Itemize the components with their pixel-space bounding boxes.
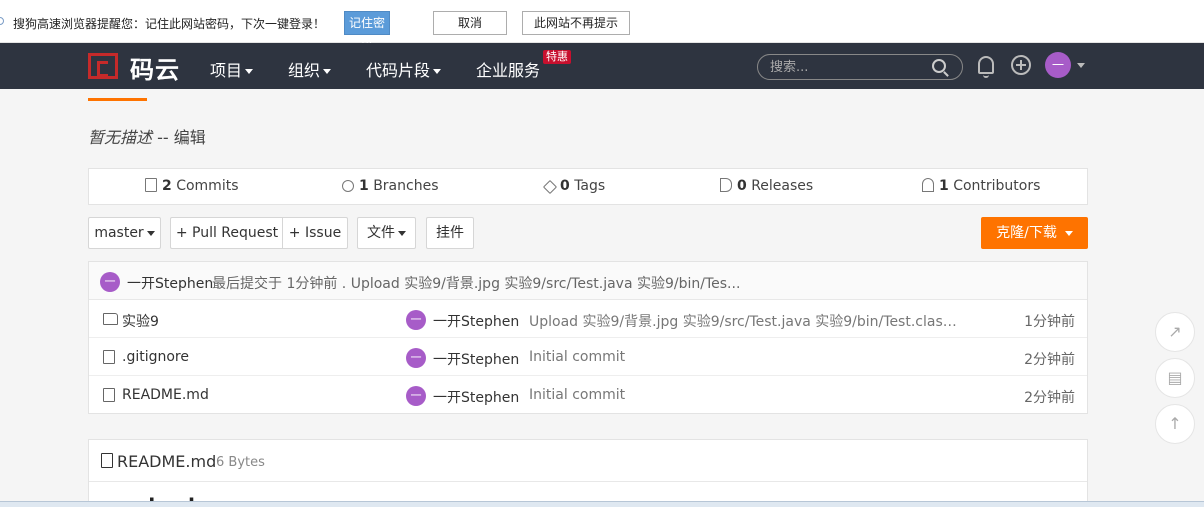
commit-meta[interactable]: 最后提交于 1分钟前 . Upload 实验9/背景.jpg 实验9/src/T… <box>212 273 740 293</box>
gitee-logo-icon[interactable] <box>88 53 118 79</box>
chevron-down-icon <box>433 69 442 74</box>
file-menu-button[interactable]: 文件 <box>357 217 416 249</box>
avatar[interactable]: 一 <box>406 386 426 406</box>
readme-size: 6 Bytes <box>216 455 265 470</box>
stat-commits[interactable]: 2 Commits <box>145 178 239 194</box>
nav-code-snippets[interactable]: 代码片段 <box>366 57 442 81</box>
folder-icon <box>103 313 118 325</box>
file-icon <box>101 453 113 468</box>
search-input[interactable] <box>770 58 930 76</box>
release-icon <box>720 178 732 192</box>
chevron-down-icon <box>146 230 155 236</box>
last-commit-bar: 一 一开Stephen 最后提交于 1分钟前 . Upload 实验9/背景.j… <box>89 262 1087 300</box>
active-tab-indicator <box>88 98 147 101</box>
commit-icon <box>145 178 157 192</box>
file-commit-message[interactable]: Upload 实验9/背景.jpg 实验9/src/Test.java 实验9/… <box>529 311 959 331</box>
comment-icon[interactable]: ▤ <box>1155 358 1195 398</box>
tag-icon <box>542 179 558 195</box>
file-icon <box>103 388 115 402</box>
chevron-down-icon <box>1064 230 1073 236</box>
promo-badge: 特惠 <box>543 50 571 64</box>
nav-enterprise[interactable]: 企业服务 <box>476 57 540 81</box>
file-icon <box>103 350 115 364</box>
cancel-button[interactable]: 取消 <box>433 11 507 35</box>
remember-password-button[interactable]: 记住密码 <box>344 11 390 52</box>
avatar[interactable]: 一 <box>100 272 120 292</box>
readme-panel: README.md 6 Bytes sdasd <box>88 439 1088 507</box>
file-list: 一 一开Stephen 最后提交于 1分钟前 . Upload 实验9/背景.j… <box>88 261 1088 414</box>
file-author[interactable]: 一开Stephen <box>433 349 519 369</box>
branch-select[interactable]: master <box>88 217 161 249</box>
avatar[interactable]: 一 <box>406 348 426 368</box>
stat-branches[interactable]: 1 Branches <box>342 178 439 194</box>
chevron-down-icon <box>323 69 332 74</box>
search-box <box>757 54 963 80</box>
avatar[interactable]: 一 <box>406 310 426 330</box>
chevron-down-icon[interactable] <box>1077 63 1085 68</box>
clone-download-button[interactable]: 克隆/下载 <box>981 217 1088 249</box>
edit-description-link[interactable]: 编辑 <box>174 128 206 147</box>
contributors-icon <box>922 178 934 192</box>
info-icon <box>0 17 4 25</box>
file-author[interactable]: 一开Stephen <box>433 311 519 331</box>
never-prompt-button[interactable]: 此网站不再提示 <box>522 11 630 35</box>
stat-tags[interactable]: 0 Tags <box>542 178 605 195</box>
logo-text[interactable]: 码云 <box>130 50 180 85</box>
repo-stats: 2 Commits 1 Branches 0 Tags 0 Releases 1… <box>88 168 1088 205</box>
password-save-prompt: 搜狗高速浏览器提醒您：记住此网站密码，下次一键登录！ 记住密码 取消 此网站不再… <box>0 0 1204 52</box>
file-time: 1分钟前 <box>1024 314 1075 330</box>
share-icon[interactable]: ↗ <box>1155 312 1195 352</box>
stat-contributors[interactable]: 1 Contributors <box>922 178 1040 194</box>
readme-filename: README.md <box>117 452 217 471</box>
chevron-down-icon <box>245 69 254 74</box>
file-name[interactable]: .gitignore <box>122 349 189 365</box>
nav-organizations[interactable]: 组织 <box>288 57 332 81</box>
pull-request-button[interactable]: + Pull Request <box>170 217 283 249</box>
file-commit-message[interactable]: Initial commit <box>529 349 959 365</box>
file-time: 2分钟前 <box>1024 352 1075 368</box>
table-row[interactable]: 实验9 一 一开Stephen Upload 实验9/背景.jpg 实验9/sr… <box>89 300 1087 338</box>
file-author[interactable]: 一开Stephen <box>433 387 519 407</box>
widget-button[interactable]: 挂件 <box>426 217 474 249</box>
branch-icon <box>342 180 354 192</box>
table-row[interactable]: README.md 一 一开Stephen Initial commit 2分钟… <box>89 376 1087 414</box>
status-strip <box>0 501 1204 507</box>
chevron-down-icon <box>398 230 406 236</box>
table-row[interactable]: .gitignore 一 一开Stephen Initial commit 2分… <box>89 338 1087 376</box>
file-time: 2分钟前 <box>1024 390 1075 406</box>
arrow-up-icon[interactable]: ↑ <box>1155 404 1195 444</box>
bell-icon[interactable] <box>978 56 994 78</box>
plus-circle-icon[interactable] <box>1011 55 1031 75</box>
user-avatar[interactable]: 一 <box>1045 52 1071 78</box>
file-name[interactable]: README.md <box>122 387 209 403</box>
commit-author[interactable]: 一开Stephen <box>127 273 213 293</box>
issue-button[interactable]: + Issue <box>282 217 348 249</box>
search-icon[interactable] <box>932 59 946 73</box>
stat-releases[interactable]: 0 Releases <box>720 178 813 194</box>
file-name[interactable]: 实验9 <box>122 311 159 331</box>
file-commit-message[interactable]: Initial commit <box>529 387 959 403</box>
prompt-message: 搜狗高速浏览器提醒您：记住此网站密码，下次一键登录！ <box>13 17 326 31</box>
readme-header: README.md 6 Bytes <box>89 440 1087 482</box>
repo-description: 暂无描述 -- 编辑 <box>88 128 206 147</box>
nav-projects[interactable]: 项目 <box>210 57 254 81</box>
